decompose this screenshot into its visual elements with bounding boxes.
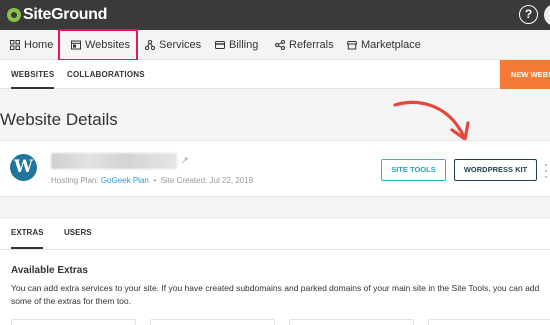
site-tools-button[interactable]: SITE TOOLS [381,159,446,181]
siteground-mark-icon [7,8,21,22]
websites-highlight-box [58,29,138,61]
siteground-logo[interactable]: SiteGround [7,5,107,25]
extra-card[interactable] [428,319,550,325]
extra-card[interactable] [11,319,136,325]
nodes-icon [145,40,155,50]
wordpress-icon: W [10,154,37,181]
hosting-plan-label: Hosting Plan: [51,176,99,185]
wordpress-kit-button[interactable]: WORDPRESS KIT [454,159,537,181]
brand-name: SiteGround [23,6,108,23]
site-created-date: Site Created: Jul 22, 2019 [160,176,254,185]
nav-item-label: Marketplace [361,39,421,51]
site-meta: Hosting Plan: GoGeek Plan • Site Created… [51,176,253,185]
nav-item-services[interactable]: Services [145,30,201,60]
tab-users[interactable]: USERS [64,217,92,249]
external-link-icon[interactable]: ↗ [181,155,189,166]
nav-item-label: Services [159,39,202,51]
extras-title: Available Extras [11,265,88,276]
annotation-arrow-icon [393,100,470,141]
tab-collaborations[interactable]: COLLABORATIONS [67,60,145,89]
nav-item-billing[interactable]: Billing [215,30,258,60]
grid-icon [10,40,20,50]
extra-card[interactable] [150,319,275,325]
credit-card-icon [215,41,225,49]
nav-item-marketplace[interactable]: Marketplace [347,30,421,60]
new-website-button[interactable]: NEW WEBSITE [500,60,550,89]
help-icon[interactable]: ? [519,5,538,24]
store-icon [347,41,357,50]
nav-item-referrals[interactable]: Referrals [275,30,334,60]
site-domain-redacted [51,153,177,169]
nav-item-label: Referrals [289,39,334,51]
more-options-icon[interactable]: · · · [543,158,549,182]
hosting-plan-link[interactable]: GoGeek Plan [101,176,149,185]
nav-item-label: Billing [229,39,259,51]
nav-item-home[interactable]: Home [10,30,53,60]
tab-websites[interactable]: WEBSITES [11,60,55,89]
tab-extras[interactable]: EXTRAS [11,217,44,249]
extras-description: You can add extra services to your site.… [11,283,540,306]
page-title: Website Details [0,110,118,129]
share-icon [275,40,285,50]
extra-card[interactable] [289,319,414,325]
nav-item-label: Home [24,39,54,51]
meta-separator: • [153,176,157,185]
